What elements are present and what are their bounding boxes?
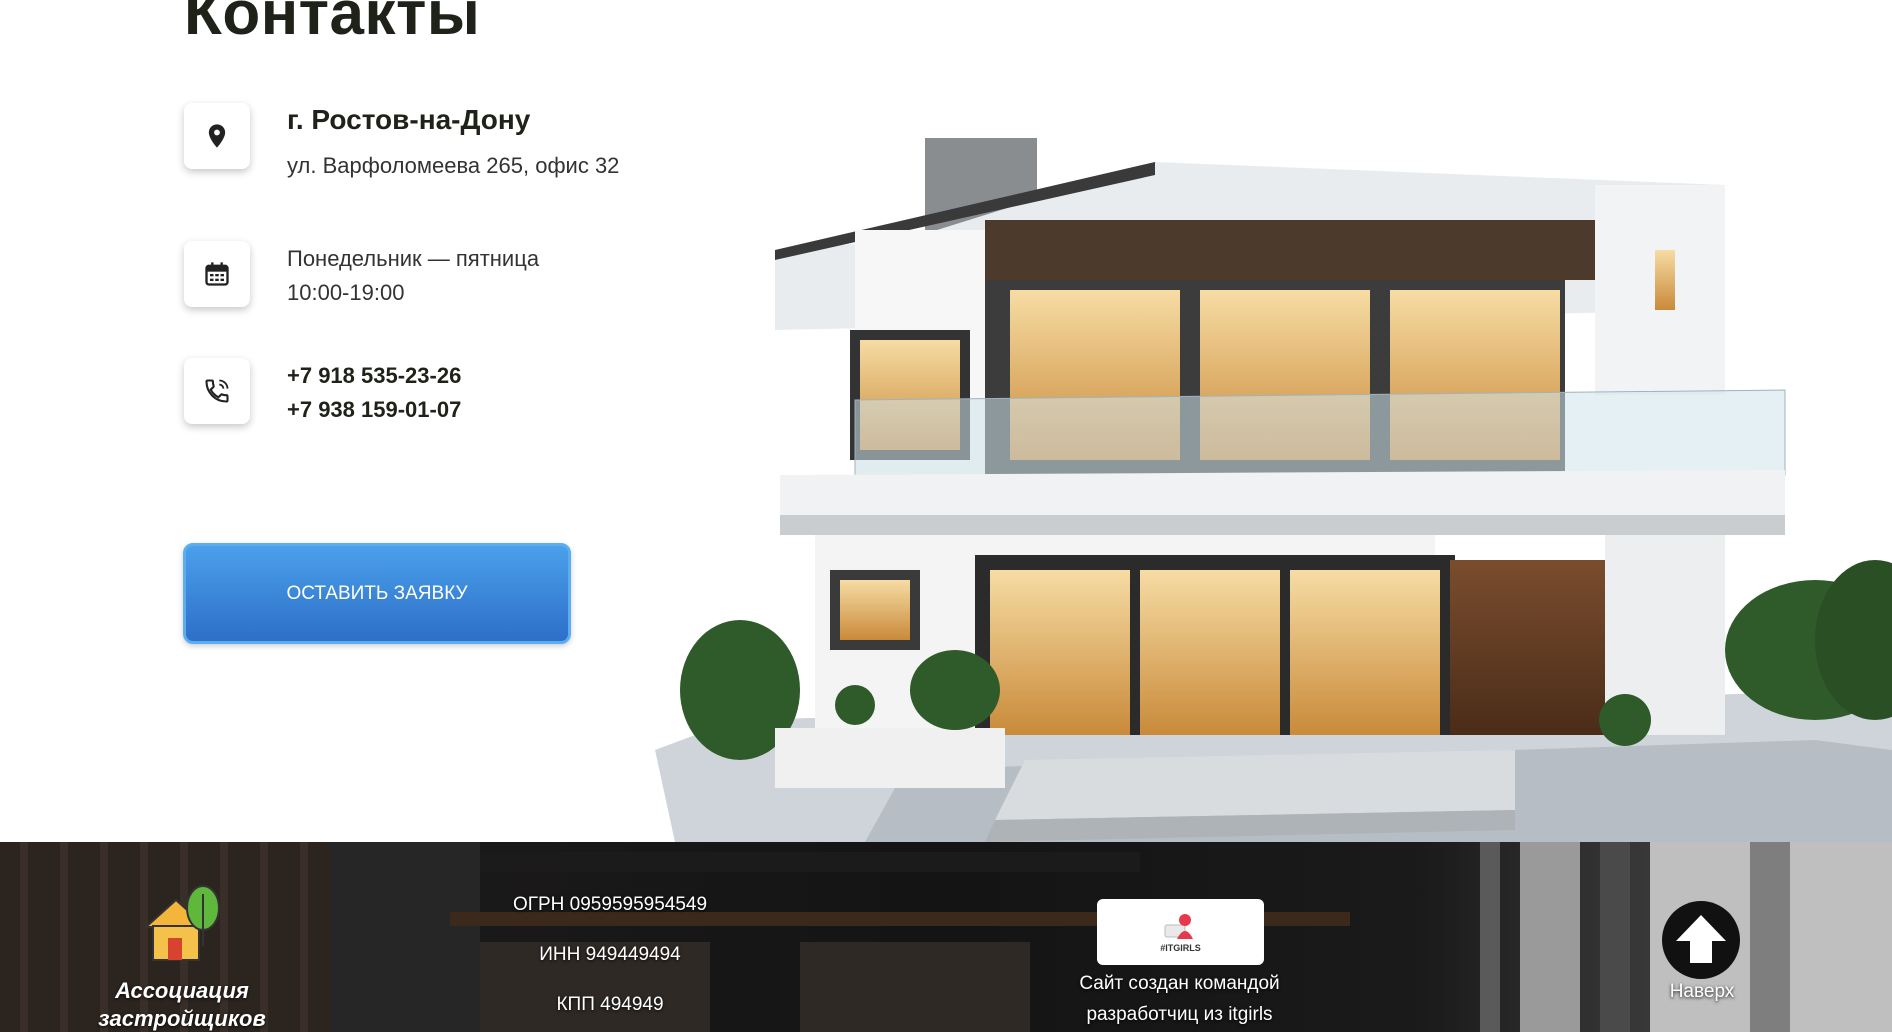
site-footer: Ассоциация застройщиков ОГРН 09595959545… bbox=[0, 842, 1892, 1032]
contact-city: г. Ростов-на-Дону bbox=[287, 104, 531, 135]
site-credits: Сайт создан командой разработчиц из itgi… bbox=[1079, 973, 1280, 1025]
itgirls-logo-icon bbox=[1164, 914, 1193, 939]
phone-link-2[interactable]: +7 938 159-01-07 bbox=[287, 397, 461, 423]
leave-request-button[interactable]: ОСТАВИТЬ ЗАЯВКУ bbox=[183, 543, 571, 644]
ogrn-text: ОГРН 0959595954549 bbox=[512, 894, 708, 915]
footer-background-image bbox=[0, 842, 1892, 1032]
page-title: Контакты bbox=[184, 0, 481, 48]
house-image bbox=[655, 138, 1892, 842]
kpp-text: КПП 494949 bbox=[556, 994, 664, 1015]
back-to-top-label[interactable]: Наверх bbox=[1650, 981, 1754, 1003]
association-name: Ассоциация застройщиков bbox=[98, 978, 266, 1031]
arrow-up-icon bbox=[1676, 915, 1726, 963]
back-to-top-button[interactable] bbox=[1662, 901, 1740, 979]
inn-text: ИНН 949449494 bbox=[539, 944, 681, 965]
phone-link-1[interactable]: +7 918 535-23-26 bbox=[287, 363, 461, 389]
map-pin-icon bbox=[184, 103, 250, 169]
itgirls-badge-text: #ITGIRLS bbox=[1160, 943, 1201, 953]
schedule-days: Понедельник — пятница bbox=[287, 246, 540, 271]
schedule-time: 10:00-19:00 bbox=[287, 280, 405, 305]
itgirls-logo-link[interactable]: #ITGIRLS bbox=[1097, 899, 1264, 965]
association-logo bbox=[143, 885, 220, 961]
contact-address: ул. Варфоломеева 265, офис 32 bbox=[287, 153, 620, 178]
phone-icon bbox=[184, 358, 250, 424]
calendar-icon bbox=[184, 241, 250, 307]
